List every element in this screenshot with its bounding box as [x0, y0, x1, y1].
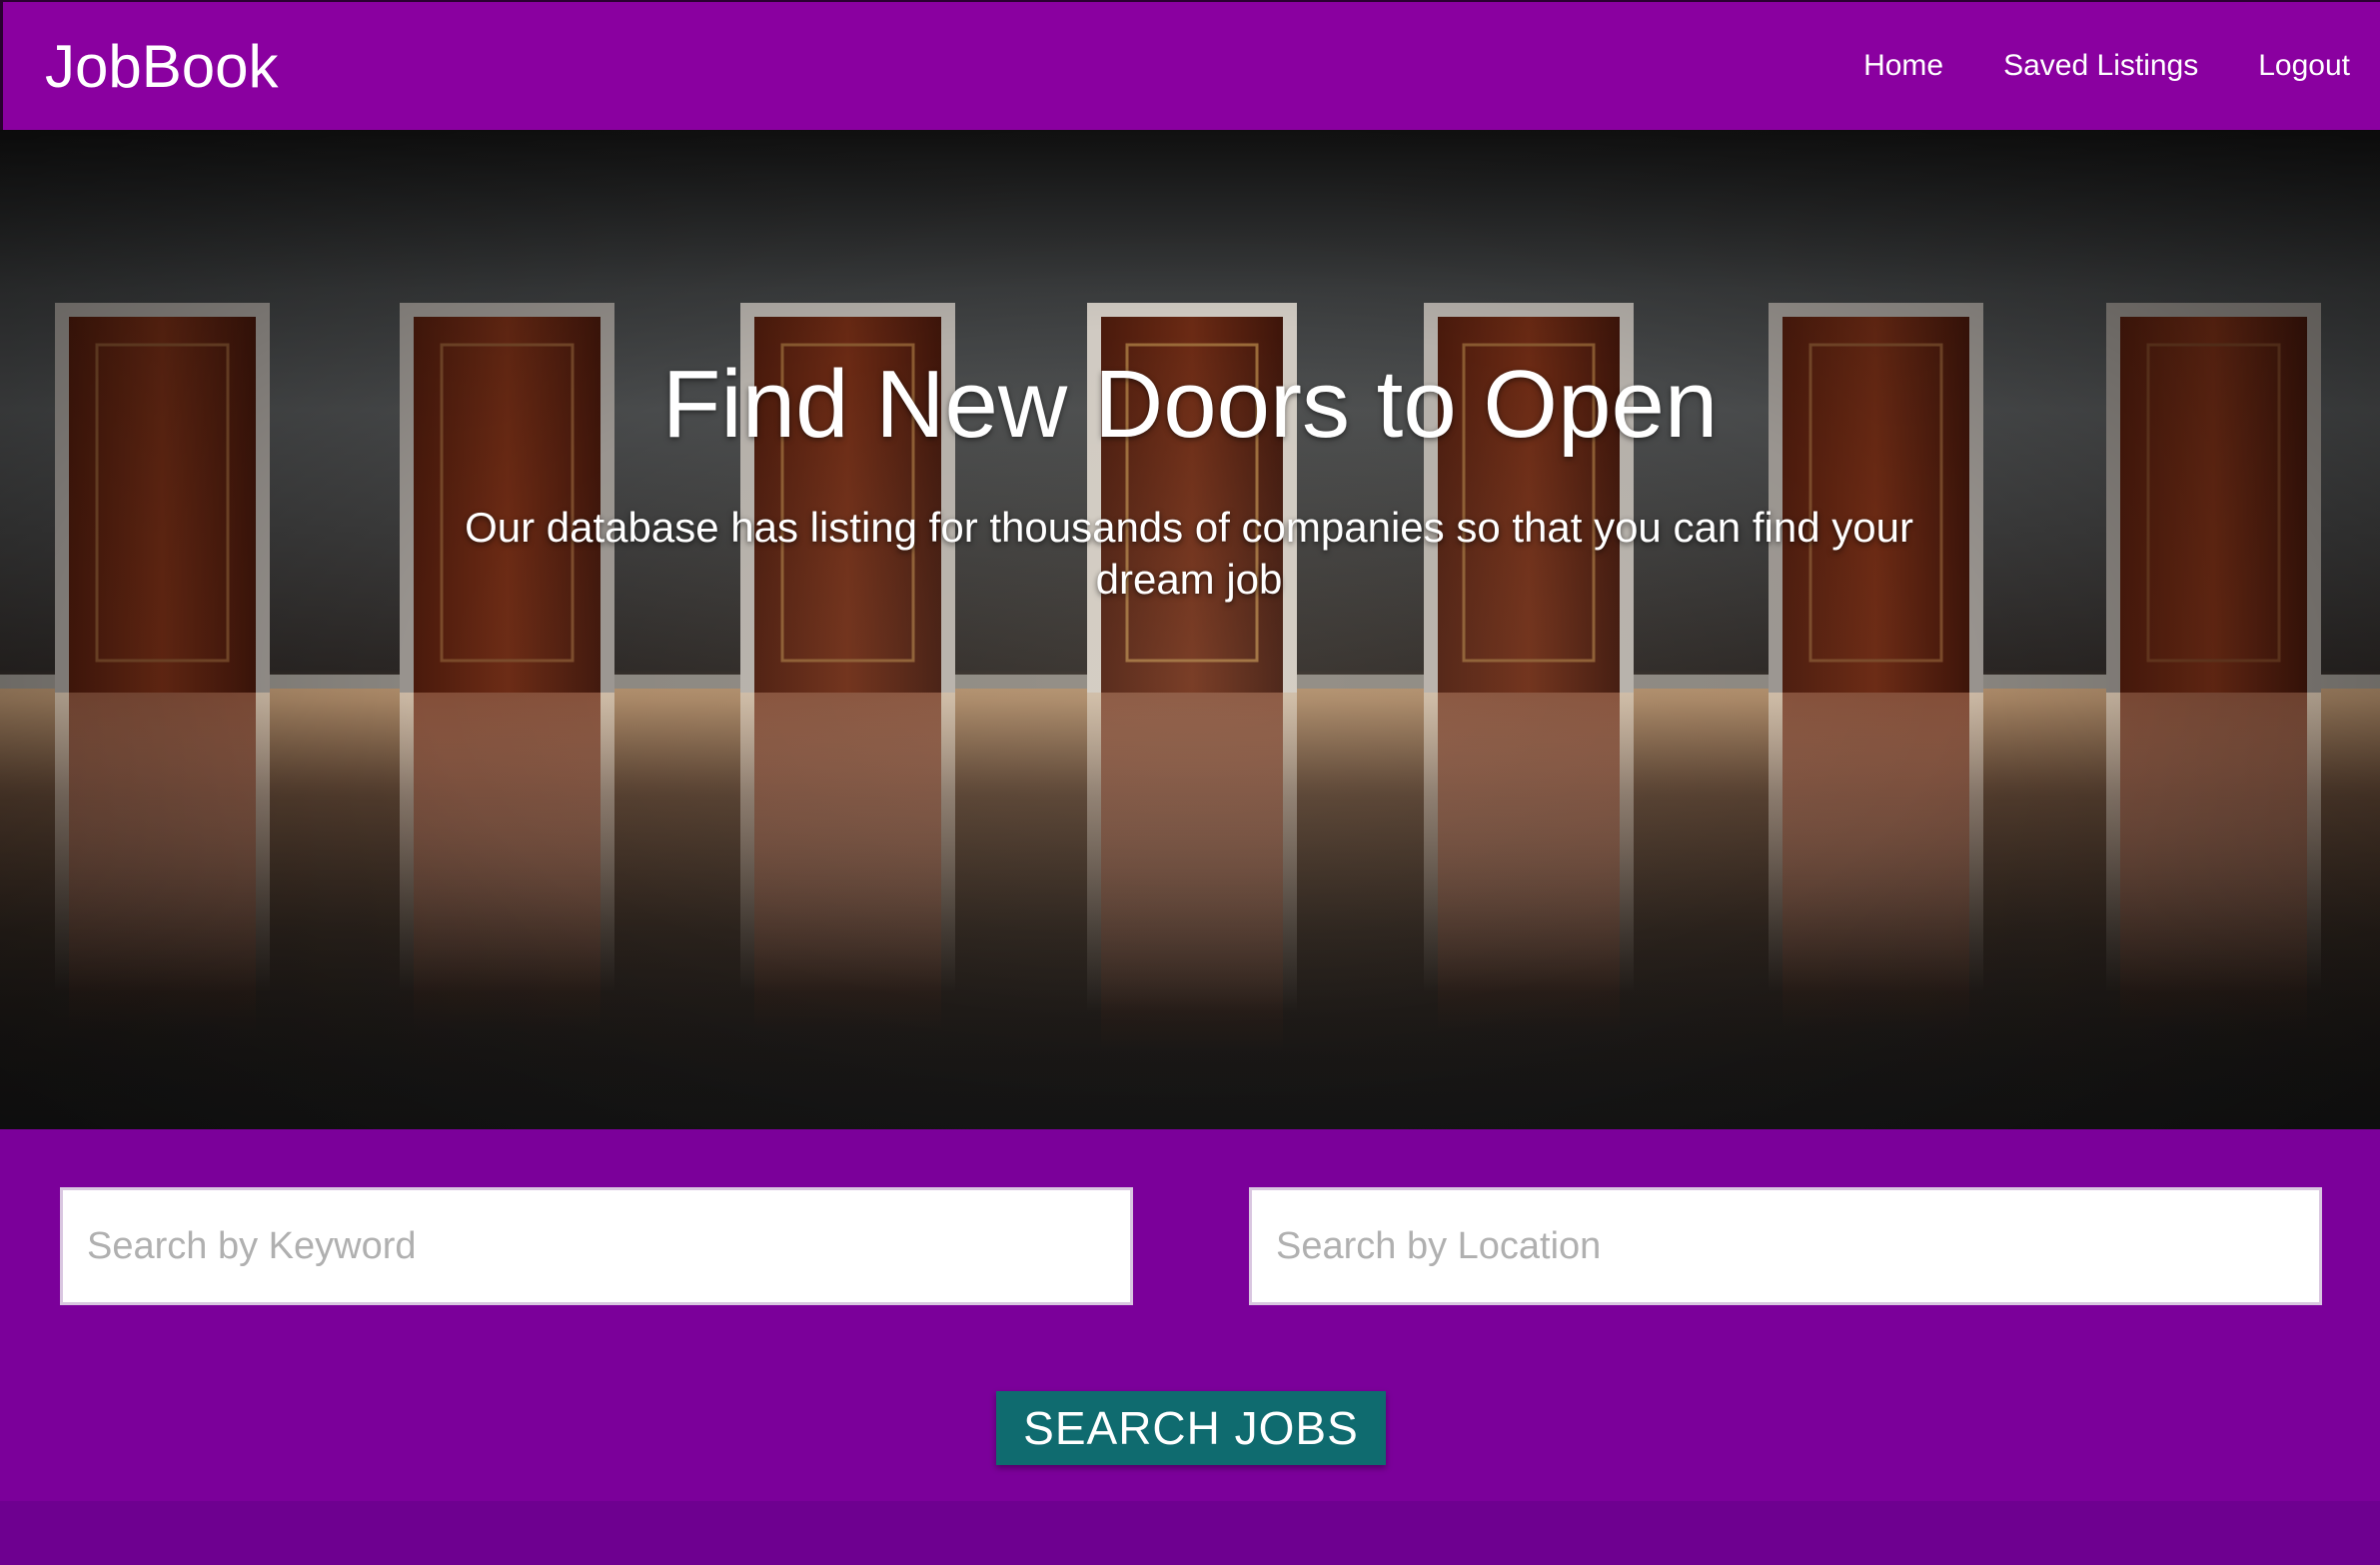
- keyword-search-input[interactable]: [60, 1187, 1133, 1305]
- nav-logout-link[interactable]: Logout: [2258, 46, 2350, 86]
- hero-overlay: [0, 130, 2380, 1129]
- hero-title: Find New Doors to Open: [661, 351, 1719, 458]
- search-jobs-button[interactable]: SEARCH JOBS: [996, 1391, 1386, 1465]
- footer-strip: [0, 1501, 2380, 1565]
- hero-banner: Find New Doors to Open Our database has …: [0, 130, 2380, 1129]
- nav-saved-listings-link[interactable]: Saved Listings: [2003, 46, 2198, 86]
- nav-home-link[interactable]: Home: [1863, 46, 1943, 86]
- location-search-input[interactable]: [1249, 1187, 2322, 1305]
- brand-logo[interactable]: JobBook: [45, 32, 279, 102]
- search-panel: SEARCH JOBS: [0, 1129, 2380, 1501]
- hero-subtitle: Our database has listing for thousands o…: [465, 504, 1913, 603]
- navbar: JobBook Home Saved Listings Logout: [0, 0, 2380, 130]
- nav-links: Home Saved Listings Logout: [1863, 46, 2350, 86]
